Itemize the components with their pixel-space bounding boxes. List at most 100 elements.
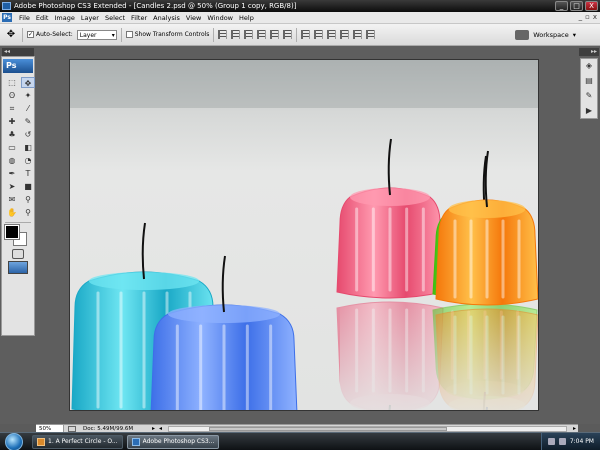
- status-bar: 50% Doc: 5.49M/99.6M ▸ ◂ ▸: [36, 424, 578, 433]
- layers-panel-icon[interactable]: ▤: [583, 76, 595, 86]
- align-vcenter-icon[interactable]: [231, 30, 241, 39]
- scroll-right-icon[interactable]: ▸: [571, 425, 578, 432]
- tool-grid: ⬚ ✥ ʘ ✦ ⌗ ⁄ ✚ ✎ ♣ ↺ ▭ ◧ ◍ ◔ ✒ T ➤ ■ ✉ ⚲ ✋ ⚲: [2, 75, 35, 220]
- title-bar: Adobe Photoshop CS3 Extended - [Candles …: [0, 0, 600, 12]
- document-window-controls: _ ▫ x: [579, 13, 597, 21]
- auto-select-dropdown[interactable]: Layer: [76, 29, 117, 40]
- doc-close-button[interactable]: x: [593, 13, 597, 21]
- menu-image[interactable]: Image: [51, 12, 77, 24]
- align-hcenter-icon[interactable]: [270, 30, 280, 39]
- distribute-left-icon[interactable]: [340, 30, 350, 39]
- toolbox-panel: Ps ⬚ ✥ ʘ ✦ ⌗ ⁄ ✚ ✎ ♣ ↺ ▭ ◧ ◍ ◔ ✒ T ➤ ■ ✉ ⚲ ✋ ⚲: [1, 56, 35, 336]
- path-selection-icon[interactable]: ➤: [5, 181, 19, 192]
- checkbox-empty-icon: [125, 31, 133, 38]
- ps-logo: Ps: [2, 13, 12, 22]
- notes-tool-icon[interactable]: ✉: [5, 194, 19, 205]
- lasso-tool-icon[interactable]: ʘ: [5, 90, 19, 101]
- document-canvas[interactable]: [70, 60, 538, 410]
- healing-brush-icon[interactable]: ✚: [5, 116, 19, 127]
- volume-icon[interactable]: [558, 438, 566, 445]
- menu-help[interactable]: Help: [236, 12, 257, 24]
- pen-tool-icon[interactable]: ✒: [5, 168, 19, 179]
- scroll-left-icon[interactable]: ◂: [157, 425, 164, 432]
- divider: [213, 27, 215, 42]
- menu-select[interactable]: Select: [102, 12, 128, 24]
- move-tool-preset-icon[interactable]: ✥: [4, 28, 18, 42]
- distribute-hcenter-icon[interactable]: [353, 30, 363, 39]
- app-icon: [2, 2, 11, 10]
- align-right-icon[interactable]: [283, 30, 293, 39]
- navigator-panel-icon[interactable]: ◈: [583, 61, 595, 71]
- actions-panel-icon[interactable]: ▶: [583, 106, 595, 116]
- slice-tool-icon[interactable]: ⁄: [21, 103, 35, 114]
- magic-wand-icon[interactable]: ✦: [21, 90, 35, 101]
- eraser-tool-icon[interactable]: ▭: [5, 142, 19, 153]
- show-transform-checkbox[interactable]: Show Transform Controls: [125, 31, 209, 38]
- auto-select-checkbox[interactable]: ✓ Auto-Select:: [27, 31, 73, 38]
- distribute-right-icon[interactable]: [366, 30, 376, 39]
- foreground-color-swatch[interactable]: [4, 224, 20, 240]
- minimize-button[interactable]: _: [555, 1, 568, 11]
- brushes-panel-icon[interactable]: ✎: [583, 91, 595, 101]
- divider: [22, 27, 23, 42]
- crop-tool-icon[interactable]: ⌗: [5, 103, 19, 114]
- zoom-tool-icon[interactable]: ⚲: [21, 207, 35, 218]
- history-brush-icon[interactable]: ↺: [21, 129, 35, 140]
- panel-dock-collapse[interactable]: ▸▸: [579, 48, 599, 56]
- menu-file[interactable]: File: [16, 12, 33, 24]
- quick-mask-button[interactable]: [12, 249, 24, 259]
- status-view-icon[interactable]: [68, 425, 76, 432]
- menu-edit[interactable]: Edit: [33, 12, 52, 24]
- type-tool-icon[interactable]: T: [21, 168, 35, 179]
- taskbar-item-photoshop[interactable]: Adobe Photoshop CS3...: [126, 434, 220, 449]
- windows-orb-icon: [5, 432, 23, 450]
- maximize-button[interactable]: □: [570, 1, 583, 11]
- marquee-tool-icon[interactable]: ⬚: [5, 77, 19, 88]
- checkmark-icon: ✓: [27, 31, 34, 38]
- toolbox-collapse[interactable]: ◂◂: [2, 48, 34, 56]
- distribute-vcenter-icon[interactable]: [314, 30, 324, 39]
- scrollbar-thumb[interactable]: [208, 426, 447, 431]
- divider: [5, 222, 31, 223]
- menu-analysis[interactable]: Analysis: [150, 12, 183, 24]
- doc-minimize-button[interactable]: _: [579, 13, 583, 21]
- close-button[interactable]: X: [585, 1, 598, 11]
- reflection-fade: [340, 300, 538, 410]
- align-bottom-icon[interactable]: [244, 30, 254, 39]
- window-controls: _ □ X: [555, 1, 598, 11]
- start-button[interactable]: [0, 432, 28, 450]
- shape-tool-icon[interactable]: ■: [21, 181, 35, 192]
- horizontal-scrollbar[interactable]: [168, 425, 567, 432]
- menu-filter[interactable]: Filter: [128, 12, 150, 24]
- options-bar: ✥ ✓ Auto-Select: Layer Show Transform Co…: [0, 24, 600, 46]
- align-left-icon[interactable]: [257, 30, 267, 39]
- eyedropper-tool-icon[interactable]: ⚲: [21, 194, 35, 205]
- hand-tool-icon[interactable]: ✋: [5, 207, 19, 218]
- brush-tool-icon[interactable]: ✎: [21, 116, 35, 127]
- bridge-icon[interactable]: [515, 29, 530, 40]
- menu-window[interactable]: Window: [204, 12, 236, 24]
- toolbox-logo: Ps: [3, 59, 33, 73]
- blur-tool-icon[interactable]: ◍: [5, 155, 19, 166]
- distribute-top-icon[interactable]: [301, 30, 311, 39]
- gradient-tool-icon[interactable]: ◧: [21, 142, 35, 153]
- distribute-bottom-icon[interactable]: [327, 30, 337, 39]
- firefox-icon: [37, 437, 45, 446]
- status-menu-arrow-icon[interactable]: ▸: [150, 425, 157, 432]
- workspace-area: Workspace ▾: [515, 29, 600, 40]
- doc-restore-button[interactable]: ▫: [585, 13, 590, 21]
- menu-layer[interactable]: Layer: [78, 12, 102, 24]
- workspace-menu[interactable]: Workspace: [533, 31, 569, 39]
- dodge-tool-icon[interactable]: ◔: [21, 155, 35, 166]
- move-tool-icon[interactable]: ✥: [21, 77, 35, 88]
- divider: [120, 27, 122, 42]
- taskbar-item-firefox[interactable]: 1. A Perfect Circle - O...: [32, 434, 123, 449]
- chevron-down-icon[interactable]: ▾: [573, 31, 576, 39]
- align-top-icon[interactable]: [218, 30, 228, 39]
- network-icon[interactable]: [547, 438, 555, 445]
- panel-icons: ◈ ▤ ✎ ▶: [580, 58, 598, 119]
- menu-view[interactable]: View: [183, 12, 204, 24]
- clock[interactable]: 7:04 PM: [570, 438, 594, 445]
- screen-mode-button[interactable]: [8, 261, 28, 274]
- clone-stamp-icon[interactable]: ♣: [5, 129, 19, 140]
